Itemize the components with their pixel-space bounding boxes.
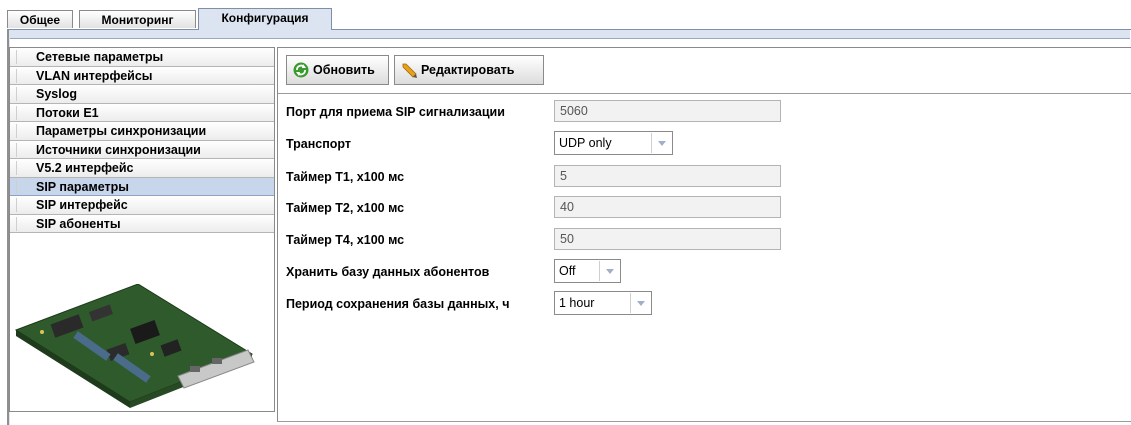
tree-guide — [16, 68, 17, 83]
timer-t1-field[interactable]: 5 — [554, 165, 781, 187]
store-db-label: Хранить базу данных абонентов — [286, 265, 490, 279]
sidebar-item-label: SIP интерфейс — [36, 198, 128, 212]
timer-t1-label: Таймер T1, x100 мс — [286, 170, 405, 184]
device-board-image — [14, 284, 255, 408]
sip-params-form: Порт для приема SIP сигнализации 5060 Тр… — [284, 100, 1131, 422]
refresh-icon — [293, 62, 309, 78]
tree-guide — [16, 142, 17, 157]
sidebar-item-syslog[interactable]: Syslog — [10, 85, 274, 104]
store-db-dropdown[interactable]: Off — [554, 259, 621, 283]
tree-guide — [16, 198, 17, 212]
content-panel: Обновить Редактировать Порт для приема S… — [277, 47, 1131, 422]
save-period-value: 1 hour — [559, 296, 595, 310]
pencil-icon — [402, 63, 417, 78]
sidebar-item-label: Потоки E1 — [36, 105, 99, 120]
sidebar-item-sync-sources[interactable]: Источники синхронизации — [10, 140, 274, 159]
store-db-value: Off — [559, 264, 576, 278]
tree-guide — [16, 179, 17, 194]
content-bottom-border — [277, 421, 1131, 422]
tab-bar: Общее Мониторинг Конфигурация — [7, 8, 1131, 30]
sip-port-field[interactable]: 5060 — [554, 100, 781, 122]
tree-guide — [16, 161, 17, 175]
sidebar-item-sip-params[interactable]: SIP параметры — [10, 177, 274, 196]
tree-guide — [16, 216, 17, 231]
toolbar-divider — [278, 93, 1131, 94]
sidebar-item-label: Параметры синхронизации — [36, 124, 207, 138]
sip-port-label: Порт для приема SIP сигнализации — [286, 105, 505, 119]
sidebar-item-sync-params[interactable]: Параметры синхронизации — [10, 122, 274, 141]
tree-guide — [16, 105, 17, 120]
chevron-down-icon[interactable] — [651, 133, 672, 153]
sidebar-item-e1-streams[interactable]: Потоки E1 — [10, 103, 274, 122]
edit-button-label: Редактировать — [421, 63, 515, 77]
timer-t2-field[interactable]: 40 — [554, 196, 781, 218]
chevron-down-icon[interactable] — [630, 293, 651, 313]
transport-value: UDP only — [559, 136, 612, 150]
timer-t2-label: Таймер T2, x100 мс — [286, 201, 405, 215]
sidebar-item-label: V5.2 интерфейс — [36, 161, 134, 175]
transport-dropdown[interactable]: UDP only — [554, 131, 673, 155]
sidebar-item-sip-interface[interactable]: SIP интерфейс — [10, 196, 274, 215]
save-period-dropdown[interactable]: 1 hour — [554, 291, 652, 315]
sidebar-item-sip-subscribers[interactable]: SIP абоненты — [10, 214, 274, 233]
sidebar-item-network-params[interactable]: Сетевые параметры — [10, 48, 274, 67]
chevron-down-icon[interactable] — [599, 261, 620, 281]
timer-t4-field[interactable]: 50 — [554, 228, 781, 250]
sidebar-item-label: Сетевые параметры — [36, 50, 164, 64]
refresh-button[interactable]: Обновить — [286, 55, 389, 85]
tab-configuration[interactable]: Конфигурация — [198, 8, 332, 30]
transport-label: Транспорт — [286, 137, 352, 151]
tab-general[interactable]: Общее — [7, 10, 73, 28]
sidebar-item-label: VLAN интерфейсы — [36, 68, 153, 83]
edit-button[interactable]: Редактировать — [394, 55, 544, 85]
tree-guide — [16, 50, 17, 64]
sidebar-item-vlan-interfaces[interactable]: VLAN интерфейсы — [10, 66, 274, 85]
sidebar-item-label: Источники синхронизации — [36, 142, 201, 157]
tree-guide — [16, 124, 17, 138]
tab-monitoring[interactable]: Мониторинг — [79, 10, 196, 28]
save-period-label: Период сохранения базы данных, ч — [286, 297, 510, 311]
sidebar-item-label: Syslog — [36, 87, 77, 101]
tree-guide — [16, 87, 17, 101]
sidebar-item-label: SIP параметры — [36, 179, 129, 194]
timer-t4-label: Таймер T4, x100 мс — [286, 233, 405, 247]
refresh-button-label: Обновить — [313, 63, 375, 77]
sidebar-item-label: SIP абоненты — [36, 216, 121, 231]
sidebar-item-v52-interface[interactable]: V5.2 интерфейс — [10, 159, 274, 178]
